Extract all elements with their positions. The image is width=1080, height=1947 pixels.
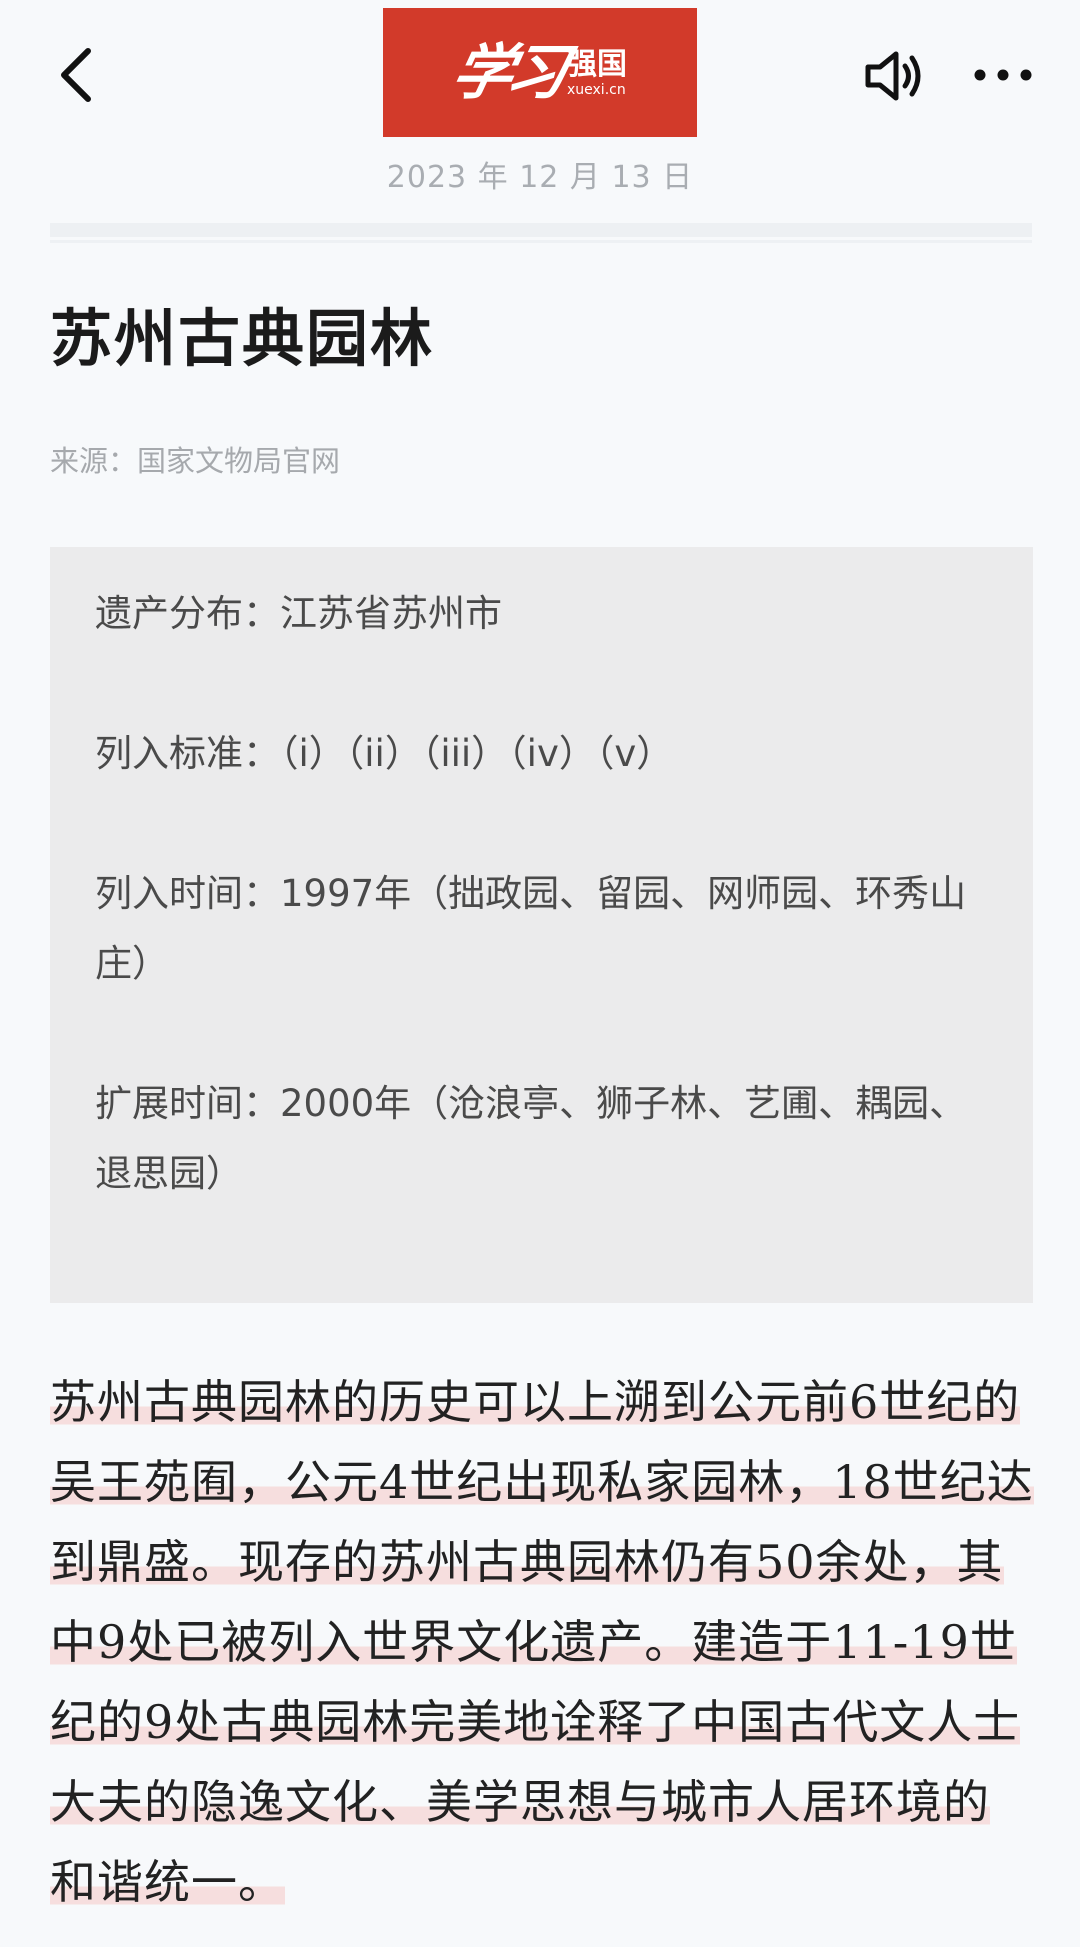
logo-script: 学习 (445, 37, 569, 108)
article-source: 来源：国家文物局官网 (50, 444, 341, 478)
speaker-icon (865, 51, 921, 101)
publish-date: 2023 年 12 月 13 日 (386, 160, 694, 195)
back-button[interactable] (50, 45, 110, 105)
logo-url: xuexi.cn (567, 81, 626, 98)
info-extension: 扩展时间：2000年（沧浪亭、狮子林、艺圃、耦园、退思园） (95, 1082, 967, 1195)
info-criteria: 列入标准：（i）（ii）（iii）（iv）（v） (95, 732, 674, 775)
read-aloud-button[interactable] (862, 48, 924, 104)
article-body: 苏州古典园林的历史可以上溯到公元前6世纪的吴王苑囿，公元4世纪出现私家园林，18… (50, 1362, 1035, 1922)
heritage-info-box: 遗产分布：江苏省苏州市 列入标准：（i）（ii）（iii）（iv）（v） 列入时… (50, 547, 1033, 1303)
info-inscribed: 列入时间：1997年（拙政园、留园、网师园、环秀山庄） (95, 872, 967, 985)
divider (50, 223, 1032, 237)
more-dots-icon (974, 69, 1032, 81)
highlighted-text: 苏州古典园林的历史可以上溯到公元前6世纪的吴王苑囿，公元4世纪出现私家园林，18… (50, 1375, 1034, 1909)
logo-name: 强国 (567, 46, 627, 82)
chevron-left-icon (61, 48, 91, 102)
top-bar: 学习 强国 xuexi.cn (0, 0, 1080, 150)
divider-line (50, 240, 1032, 243)
info-distribution: 遗产分布：江苏省苏州市 (95, 592, 502, 635)
more-button[interactable] (972, 58, 1034, 92)
article-title: 苏州古典园林 (50, 302, 435, 375)
xuexi-logo: 学习 强国 xuexi.cn (383, 8, 697, 137)
